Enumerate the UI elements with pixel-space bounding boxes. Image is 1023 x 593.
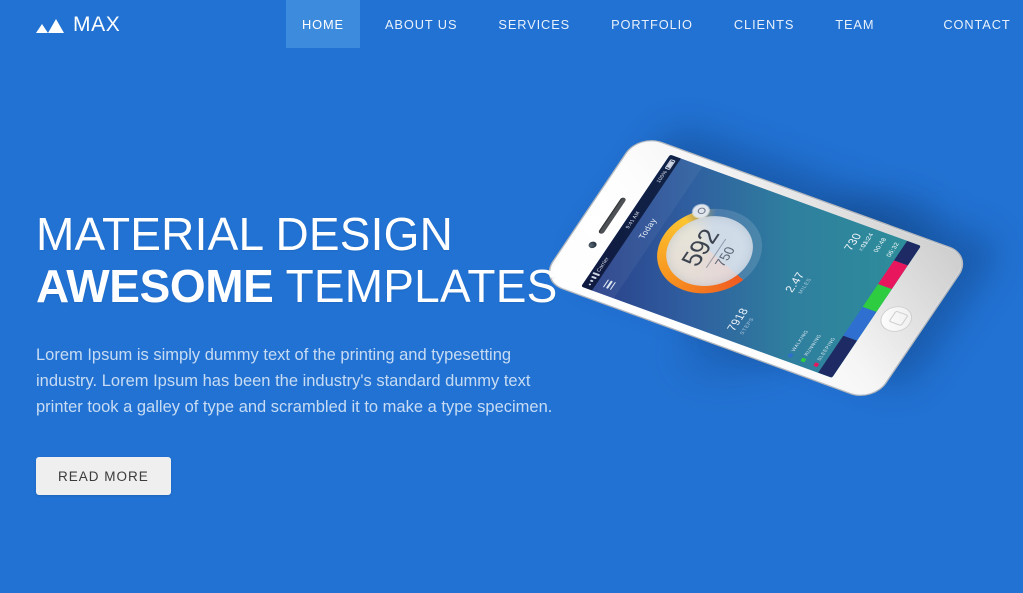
nav-menu: HOME ABOUT US SERVICES PORTFOLIO CLIENTS… (286, 0, 1023, 48)
nav-item-contact[interactable]: CONTACT (927, 0, 1023, 48)
hero-section: MAX HOME ABOUT US SERVICES PORTFOLIO CLI… (0, 0, 1023, 593)
hero-description: Lorem Ipsum is simply dummy text of the … (36, 346, 553, 416)
nav-item-about-us[interactable]: ABOUT US (369, 0, 473, 48)
page-title: MATERIAL DESIGN AWESOME TEMPLATES (36, 208, 596, 312)
top-navigation-bar: MAX HOME ABOUT US SERVICES PORTFOLIO CLI… (0, 0, 1023, 48)
nav-item-team[interactable]: TEAM (819, 0, 890, 48)
hamburger-icon[interactable] (602, 279, 616, 290)
headline-line-2: AWESOME TEMPLATES (36, 260, 596, 312)
brand-name: MAX (73, 12, 121, 36)
nav-item-services[interactable]: SERVICES (482, 0, 586, 48)
hero-copy-block: MATERIAL DESIGN AWESOME TEMPLATES Lorem … (36, 208, 596, 495)
progress-ring-center: 592 750 (650, 205, 769, 297)
headline-rest: TEMPLATES (273, 260, 558, 312)
headline-emphasis: AWESOME (36, 260, 274, 312)
nav-item-portfolio[interactable]: PORTFOLIO (595, 0, 709, 48)
legend-color-swatch (812, 362, 819, 367)
mountain-icon (36, 16, 64, 33)
read-more-button[interactable]: READ MORE (36, 457, 171, 495)
home-button[interactable] (874, 302, 919, 336)
headline-line-1: MATERIAL DESIGN (36, 208, 454, 260)
nav-item-clients[interactable]: CLIENTS (718, 0, 810, 48)
brand-logo[interactable]: MAX (0, 0, 120, 48)
nav-item-home[interactable]: HOME (286, 0, 360, 48)
legend-color-swatch (799, 357, 807, 363)
phone-mockup: Carrier 9:41 AM 100% Today 592 750 7918 … (540, 92, 1023, 440)
legend-color-swatch (786, 352, 794, 358)
